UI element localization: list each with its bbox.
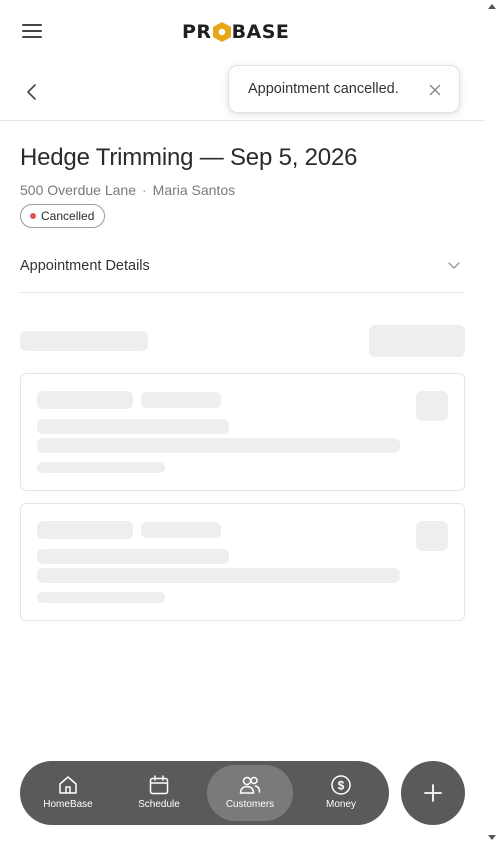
skeleton-button xyxy=(369,325,465,357)
skeleton-line xyxy=(37,592,165,603)
toast-notification: Appointment cancelled. xyxy=(228,65,460,113)
status-badge: Cancelled xyxy=(20,204,106,228)
dollar-icon: $ xyxy=(331,775,351,795)
users-icon xyxy=(239,776,261,794)
status-dot xyxy=(30,213,36,219)
appointment-details-label: Appointment Details xyxy=(20,258,150,274)
skeleton-line xyxy=(37,462,165,473)
calendar-icon xyxy=(149,775,169,795)
nav-item-schedule[interactable]: Schedule xyxy=(116,765,202,821)
appointment-address: 500 Overdue Lane xyxy=(20,182,136,198)
svg-text:$: $ xyxy=(338,779,345,793)
bottom-nav: HomeBase Schedule Customers $ Money xyxy=(20,761,389,825)
add-button[interactable] xyxy=(401,761,465,825)
menu-icon[interactable] xyxy=(22,24,42,40)
skeleton-icon xyxy=(416,521,448,551)
probase-logo[interactable]: PR BASE xyxy=(182,20,289,44)
skeleton-line xyxy=(141,522,221,538)
logo-prefix: PR xyxy=(182,21,212,43)
top-header: PR BASE xyxy=(0,0,485,62)
home-icon xyxy=(59,776,77,794)
appointment-subline: 500 Overdue Lane · Maria Santos xyxy=(20,182,235,198)
skeleton-line xyxy=(37,521,133,539)
skeleton-icon xyxy=(416,391,448,421)
logo-hexagon-icon xyxy=(212,22,231,42)
page-title: Hedge Trimming — Sep 5, 2026 xyxy=(20,144,358,171)
scroll-up-icon[interactable] xyxy=(488,4,496,9)
appointment-page: PR BASE Appointment cancelled. Hedge Tri… xyxy=(0,0,485,845)
skeleton-line xyxy=(37,419,229,434)
nav-label: HomeBase xyxy=(43,799,93,810)
chevron-down-icon xyxy=(448,262,460,269)
skeleton-card xyxy=(20,373,465,491)
skeleton-line xyxy=(37,438,400,453)
customer-name[interactable]: Maria Santos xyxy=(153,182,235,198)
skeleton-line xyxy=(141,392,221,408)
nav-item-homebase[interactable]: HomeBase xyxy=(25,765,111,821)
scroll-down-icon[interactable] xyxy=(488,835,496,840)
logo-suffix: BASE xyxy=(231,21,290,43)
separator: · xyxy=(141,182,147,198)
skeleton-line xyxy=(37,391,133,409)
plus-icon xyxy=(424,784,442,802)
nav-label: Money xyxy=(325,799,356,810)
appointment-details-toggle[interactable]: Appointment Details xyxy=(20,248,465,293)
nav-label: Customers xyxy=(225,799,275,810)
nav-label: Schedule xyxy=(138,799,180,810)
back-arrow-icon[interactable] xyxy=(22,82,42,102)
status-label: Cancelled xyxy=(41,209,95,223)
skeleton-heading xyxy=(20,331,148,351)
nav-item-customers[interactable]: Customers xyxy=(207,765,293,821)
nav-item-money[interactable]: $ Money xyxy=(298,765,384,821)
skeleton-line xyxy=(37,549,229,564)
scrollbar[interactable] xyxy=(485,0,500,845)
skeleton-line xyxy=(37,568,400,583)
toast-message: Appointment cancelled. xyxy=(248,81,399,97)
close-icon[interactable] xyxy=(429,83,441,96)
skeleton-card xyxy=(20,503,465,621)
